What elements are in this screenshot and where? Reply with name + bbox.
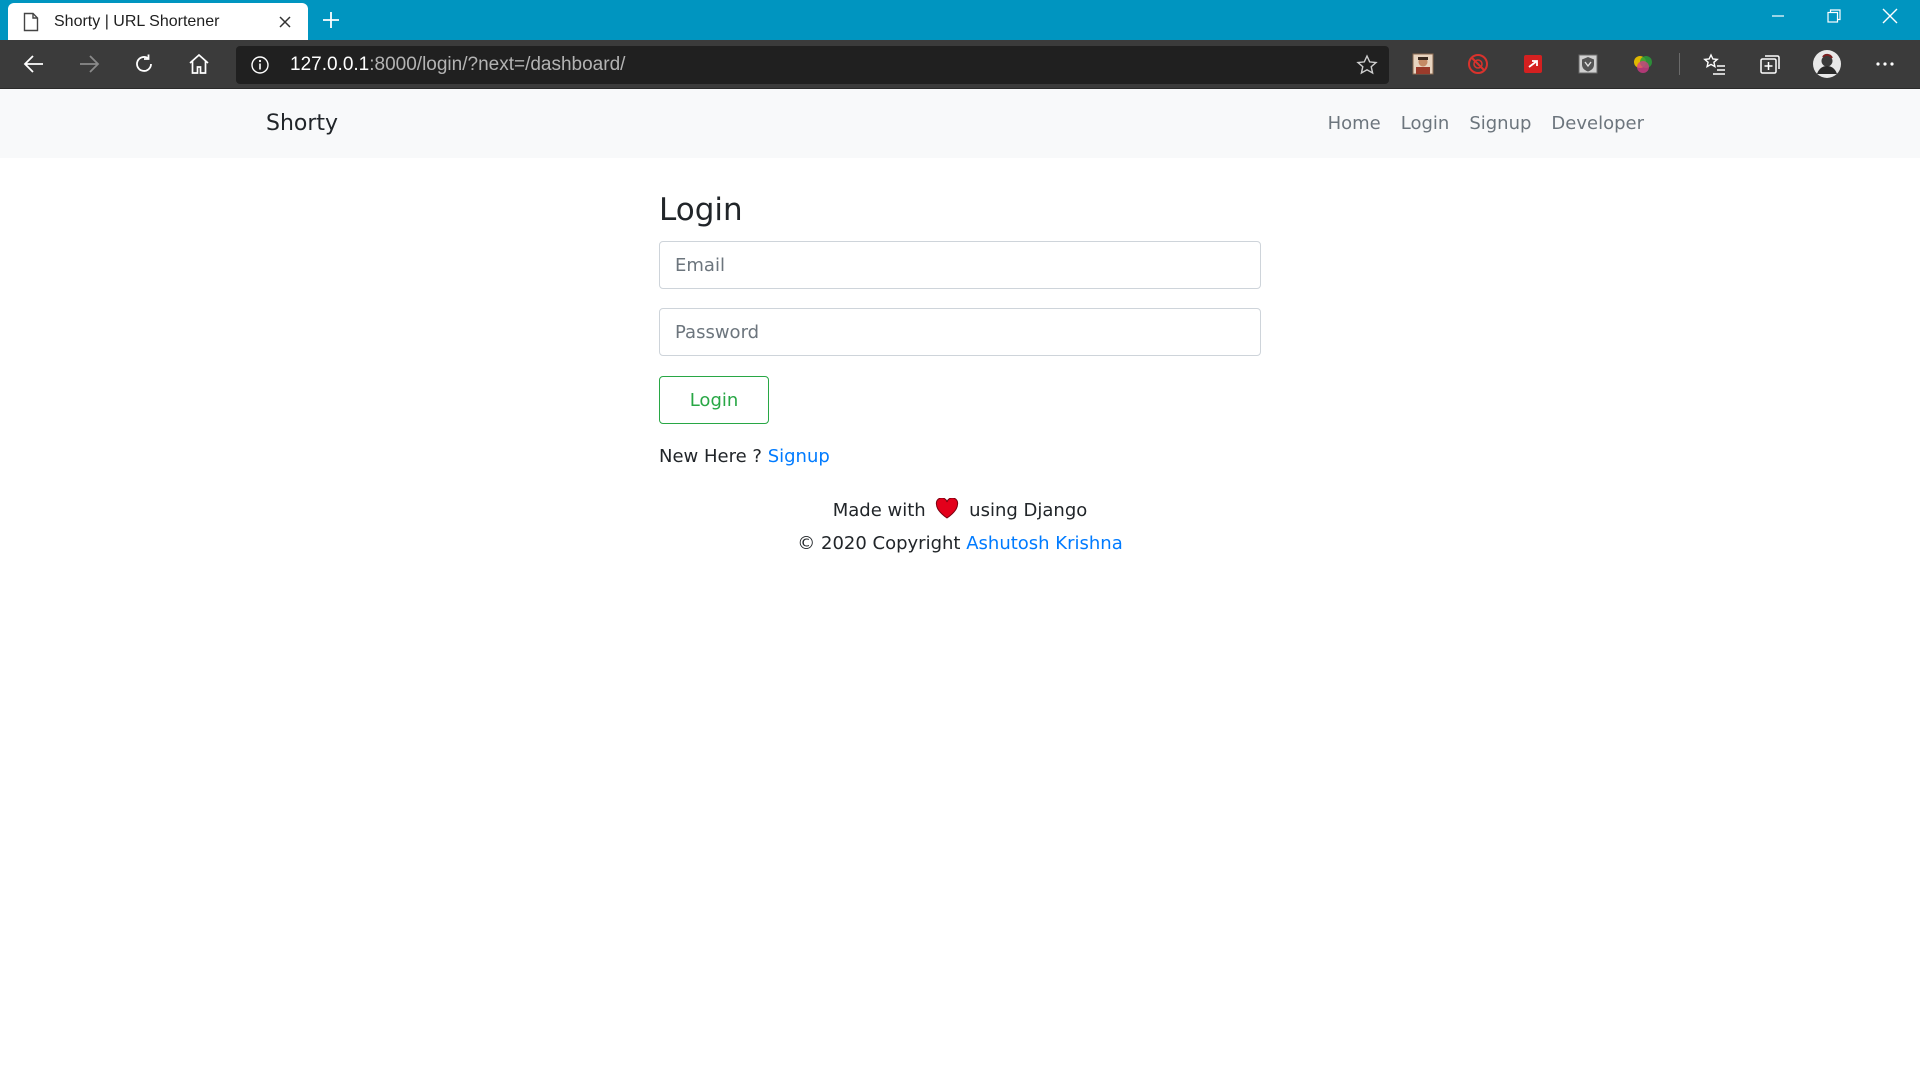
browser-toolbar: 127.0.0.1:8000/login/?next=/dashboard/ (0, 40, 1920, 89)
collections-button[interactable] (1751, 45, 1789, 83)
navbar-brand[interactable]: Shorty (266, 89, 338, 158)
back-arrow-icon (23, 55, 43, 73)
tab-title: Shorty | URL Shortener (54, 12, 220, 30)
author-link[interactable]: Ashutosh Krishna (966, 533, 1123, 554)
favorites-button[interactable] (1696, 45, 1734, 83)
browser-title-bar: Shorty | URL Shortener (0, 0, 1920, 40)
home-icon (189, 53, 209, 74)
close-window-button[interactable] (1862, 0, 1918, 32)
url-path: :8000/login/?next=/dashboard/ (369, 54, 626, 75)
password-field[interactable] (659, 308, 1261, 356)
restore-button[interactable] (1806, 0, 1862, 32)
made-with-line: Made with using Django (0, 496, 1920, 529)
new-here-text: New Here ? (659, 446, 762, 467)
nav-link-developer[interactable]: Developer (1551, 113, 1644, 134)
url-host: 127.0.0.1 (290, 54, 370, 75)
info-icon[interactable] (250, 55, 270, 75)
page-icon (22, 12, 40, 32)
copyright-line: © 2020 Copyright Ashutosh Krishna (0, 529, 1920, 559)
minimize-button[interactable] (1750, 0, 1806, 32)
forward-button[interactable] (70, 45, 108, 83)
login-button[interactable]: Login (659, 376, 769, 424)
toolbar-separator (1679, 53, 1680, 75)
navbar-links: Home Login Signup Developer (1308, 89, 1644, 158)
nav-link-home[interactable]: Home (1328, 113, 1381, 134)
site-navbar: Shorty Home Login Signup Developer (0, 89, 1920, 158)
using-django-text: using Django (969, 500, 1088, 521)
url-text[interactable]: 127.0.0.1:8000/login/?next=/dashboard/ (290, 46, 625, 84)
favorite-star-icon[interactable] (1355, 53, 1379, 77)
profile-photo-extension-icon[interactable] (1410, 51, 1436, 77)
back-button[interactable] (15, 45, 53, 83)
profile-avatar-button[interactable] (1808, 45, 1846, 83)
nav-link-signup[interactable]: Signup (1469, 113, 1531, 134)
refresh-button[interactable] (125, 45, 163, 83)
avatar-icon (1813, 50, 1841, 78)
more-menu-button[interactable] (1866, 45, 1904, 83)
refresh-icon (136, 54, 152, 72)
page-footer: Made with using Django © 2020 Copyright … (0, 496, 1920, 559)
home-button[interactable] (180, 45, 218, 83)
signup-link[interactable]: Signup (768, 446, 830, 467)
close-tab-icon[interactable] (274, 11, 296, 33)
color-extension-icon[interactable] (1630, 51, 1656, 77)
heart-icon (935, 497, 959, 529)
adblock-extension-icon[interactable] (1465, 51, 1491, 77)
forward-arrow-icon (80, 55, 100, 73)
browser-tab[interactable]: Shorty | URL Shortener (8, 3, 308, 40)
page-title: Login (659, 192, 743, 228)
copyright-text: © 2020 Copyright (797, 533, 961, 554)
email-field[interactable] (659, 241, 1261, 289)
red-extension-icon[interactable] (1520, 51, 1546, 77)
collections-icon (1760, 55, 1780, 74)
new-tab-button[interactable] (316, 6, 346, 34)
nav-link-login[interactable]: Login (1401, 113, 1450, 134)
signup-prompt: New Here ? Signup (659, 446, 830, 467)
address-bar[interactable]: 127.0.0.1:8000/login/?next=/dashboard/ (236, 46, 1389, 84)
shield-extension-icon[interactable] (1575, 51, 1601, 77)
made-with-text: Made with (832, 500, 926, 521)
login-form: Login Login New Here ? Signup (659, 188, 1261, 467)
favorites-list-icon (1703, 53, 1725, 75)
more-dots-icon (1876, 62, 1894, 66)
